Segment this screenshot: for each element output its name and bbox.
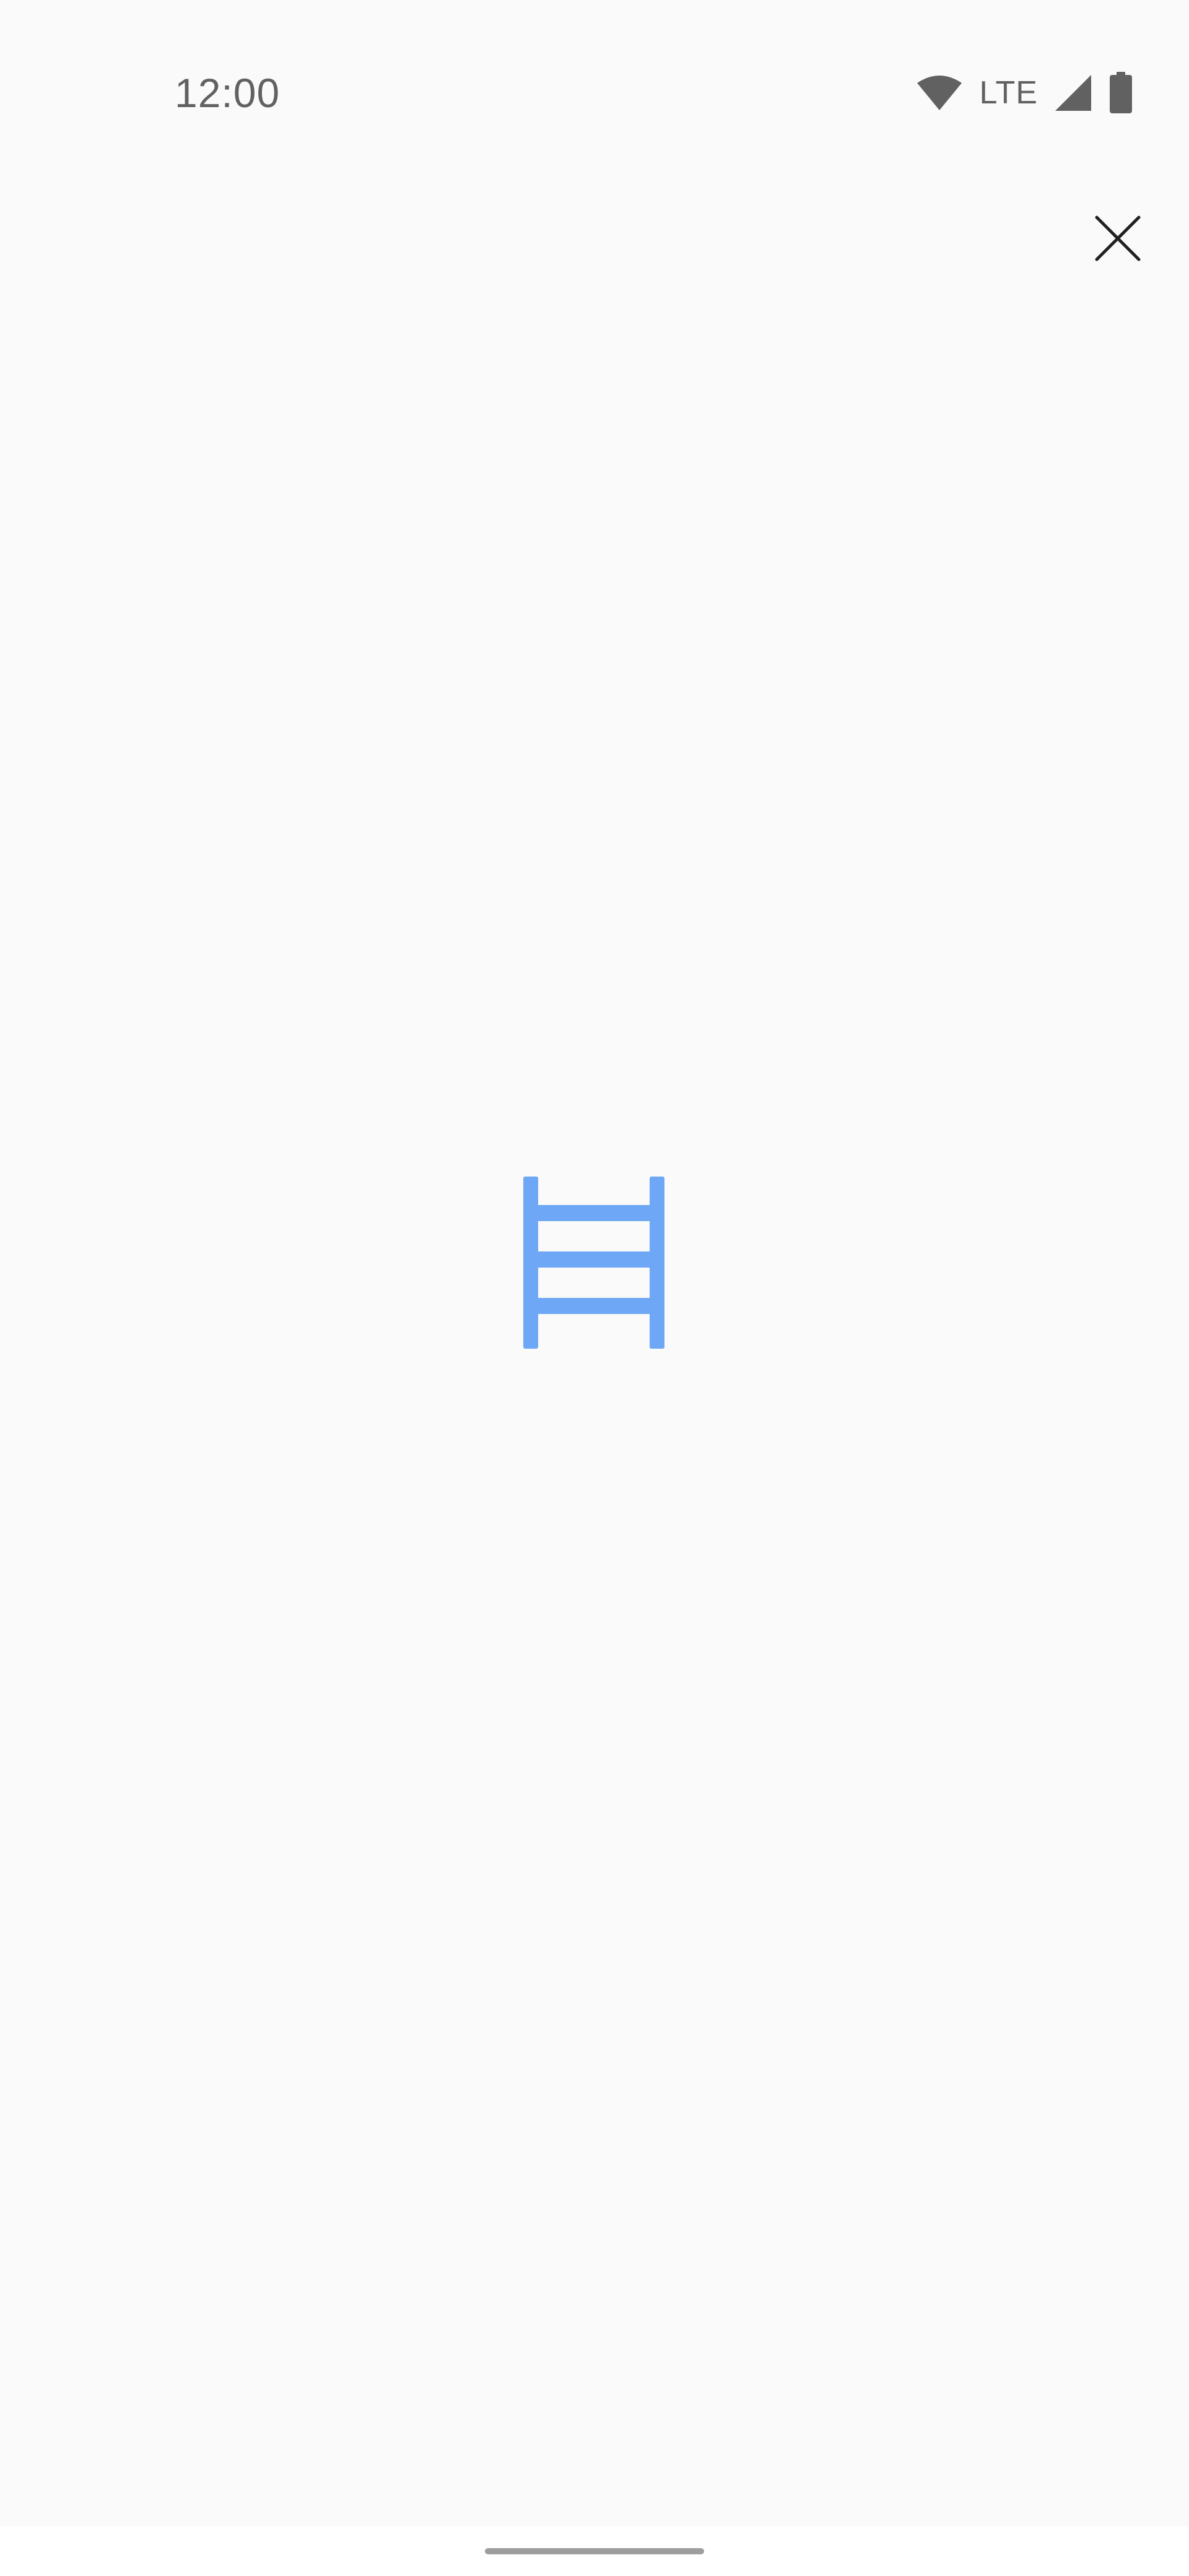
cell-signal-icon	[1054, 74, 1092, 112]
status-icons: LTE	[916, 68, 1133, 118]
close-button[interactable]	[1074, 195, 1161, 282]
screen: 12:00 LTE	[0, 0, 1189, 2576]
status-time: 12:00	[175, 70, 281, 116]
battery-icon	[1108, 72, 1133, 114]
gesture-handle[interactable]	[485, 2548, 704, 2554]
network-type-label: LTE	[979, 75, 1038, 111]
close-icon	[1095, 215, 1141, 261]
ladder-icon	[523, 1177, 666, 1350]
status-bar: 12:00 LTE	[0, 0, 1189, 186]
wifi-icon	[916, 74, 963, 111]
